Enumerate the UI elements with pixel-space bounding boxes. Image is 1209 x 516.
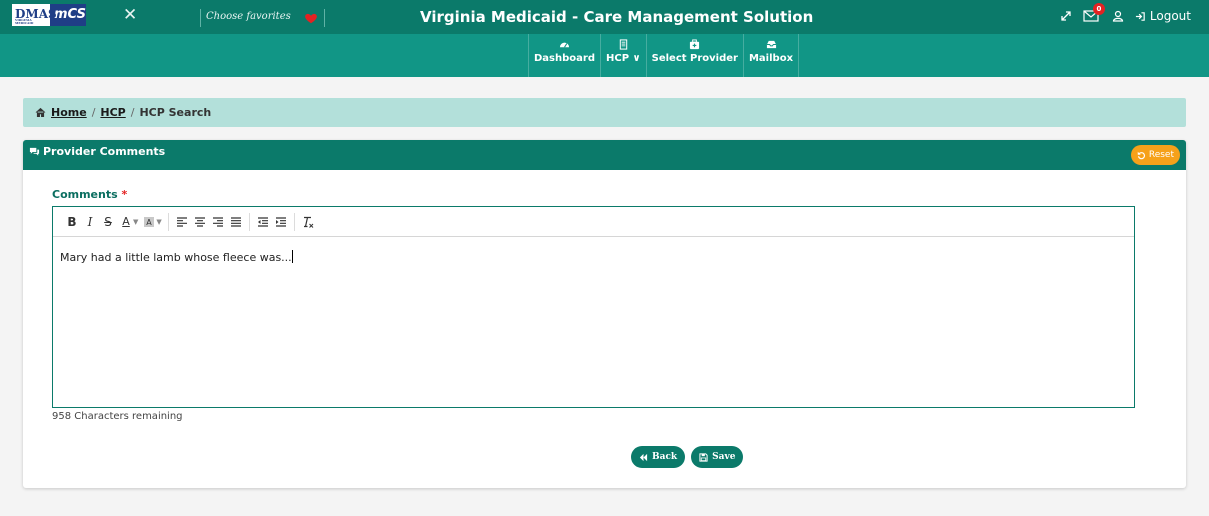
align-right-button[interactable]	[209, 213, 227, 231]
nav-item-hcp[interactable]: HCP ∨	[601, 34, 647, 77]
bold-button[interactable]: B	[63, 213, 81, 231]
reset-icon	[1137, 151, 1145, 159]
chevron-down-icon[interactable]: ▼	[156, 218, 161, 226]
logout-button[interactable]: Logout	[1135, 9, 1191, 23]
nav-item-label: Dashboard	[534, 53, 595, 64]
logout-label: Logout	[1149, 9, 1191, 23]
toolbar-group-clear	[295, 213, 321, 231]
dashboard-icon	[559, 42, 570, 48]
strikethrough-button[interactable]: S	[99, 213, 117, 231]
required-marker: *	[121, 188, 128, 201]
toolbar-group-align	[169, 212, 250, 231]
mail-notifications[interactable]: 0	[1083, 3, 1105, 23]
align-justify-button[interactable]	[227, 213, 245, 231]
text-cursor	[291, 250, 293, 263]
back-label: Back	[652, 452, 678, 462]
italic-button[interactable]: I	[81, 213, 99, 231]
reset-button[interactable]: Reset	[1130, 145, 1180, 165]
breadcrumb-separator: /	[91, 106, 96, 119]
favorites-placeholder: Choose favorites	[206, 11, 291, 22]
nav-item-select-provider[interactable]: Select Provider	[647, 34, 744, 77]
comment-text: Mary had a little lamb whose fleece was.…	[60, 251, 292, 264]
breadcrumb-separator: /	[130, 106, 135, 119]
svg-text:A: A	[147, 218, 153, 227]
mailbox-icon	[766, 40, 776, 49]
breadcrumb-current: HCP Search	[139, 106, 212, 119]
card-title: Provider Comments	[29, 145, 165, 158]
align-center-button[interactable]	[191, 213, 209, 231]
app-title: Virginia Medicaid - Care Management Solu…	[420, 8, 814, 26]
nav-item-label: Mailbox	[748, 53, 794, 64]
align-left-icon	[176, 216, 187, 227]
indent-icon	[275, 216, 286, 227]
breadcrumb-home-link[interactable]: Home	[51, 106, 87, 119]
dmas-mcs-logo[interactable]: DMAS VIRGINIA MEDICAID mCS	[12, 4, 86, 26]
expand-icon[interactable]	[1060, 10, 1072, 22]
nav-items: Dashboard HCP ∨ Select Provider Mailbox	[528, 34, 800, 77]
action-buttons: Back Save	[631, 446, 744, 468]
highlight-icon: A	[144, 216, 155, 227]
comments-label: Comments *	[52, 188, 127, 201]
toolbar-group-format: B I S A ▼ A ▼	[59, 212, 169, 231]
indent-button[interactable]	[272, 213, 290, 231]
back-button[interactable]: Back	[631, 446, 686, 468]
chevron-down-icon[interactable]: ▼	[133, 218, 138, 226]
provider-comments-card: Provider Comments Reset Comments * B I S…	[23, 140, 1186, 488]
comments-icon	[29, 147, 40, 156]
outdent-button[interactable]	[254, 213, 272, 231]
save-button[interactable]: Save	[691, 446, 744, 468]
nav-item-mailbox[interactable]: Mailbox	[744, 34, 800, 77]
align-justify-icon	[230, 216, 241, 227]
provider-icon	[690, 39, 700, 50]
favorites-selector[interactable]: Choose favorites	[200, 9, 325, 27]
mail-count-badge: 0	[1092, 3, 1105, 15]
nav-bar: Dashboard HCP ∨ Select Provider Mailbox	[0, 34, 1209, 77]
heart-icon[interactable]	[304, 11, 318, 25]
breadcrumb: Home / HCP / HCP Search	[23, 98, 1186, 127]
breadcrumb-hcp-link[interactable]: HCP	[100, 106, 125, 119]
top-bar: DMAS VIRGINIA MEDICAID mCS ✕ Choose favo…	[0, 0, 1209, 34]
card-header: Provider Comments Reset	[23, 140, 1186, 170]
toolbar-group-indent	[250, 212, 295, 231]
close-icon[interactable]: ✕	[123, 7, 137, 24]
editor-toolbar: B I S A ▼ A ▼	[53, 207, 1134, 237]
align-left-button[interactable]	[173, 213, 191, 231]
comments-textarea[interactable]: Mary had a little lamb whose fleece was.…	[53, 237, 1134, 278]
clear-format-icon	[303, 216, 314, 228]
align-right-icon	[212, 216, 223, 227]
comments-label-text: Comments	[52, 188, 118, 201]
dmas-logo-subtext: VIRGINIA MEDICAID	[15, 18, 34, 25]
card-title-text: Provider Comments	[43, 145, 166, 158]
nav-item-label: Select Provider	[651, 53, 738, 64]
nav-item-label: HCP ∨	[606, 53, 641, 64]
back-icon	[639, 453, 648, 461]
save-icon	[699, 452, 708, 462]
reset-label: Reset	[1148, 150, 1174, 160]
hcp-icon	[619, 39, 628, 50]
user-icon[interactable]	[1112, 10, 1124, 22]
home-icon	[35, 107, 46, 117]
dmas-logo: DMAS VIRGINIA MEDICAID	[12, 4, 57, 26]
characters-remaining: 958 Characters remaining	[52, 411, 183, 422]
top-right-tools: 0 Logout	[1060, 3, 1191, 23]
save-label: Save	[712, 452, 736, 462]
logout-icon	[1135, 11, 1145, 21]
comments-editor: B I S A ▼ A ▼ Mary had a little lamb who…	[52, 206, 1135, 408]
outdent-icon	[257, 216, 268, 227]
clear-format-button[interactable]	[299, 213, 317, 231]
align-center-icon	[194, 216, 205, 227]
nav-item-dashboard[interactable]: Dashboard	[528, 34, 601, 77]
